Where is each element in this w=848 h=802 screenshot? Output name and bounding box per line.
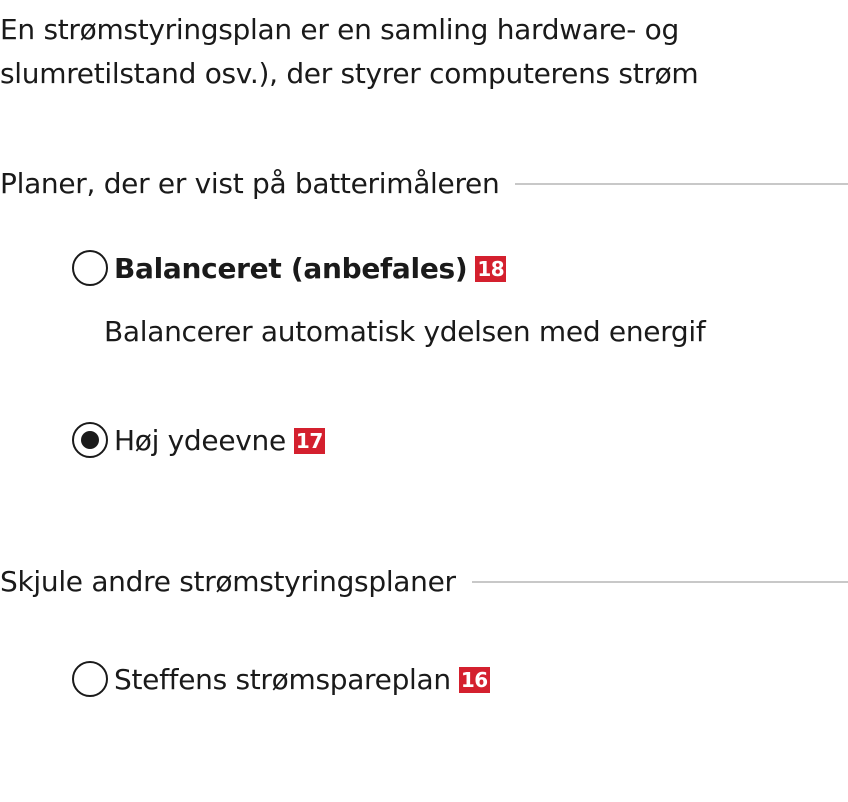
- element-index-badge: 17: [293, 428, 325, 454]
- plan-balanced-label[interactable]: Balanceret (anbefales): [114, 252, 468, 285]
- plan-steffens-radio[interactable]: Steffens strømspareplan 16: [72, 657, 490, 701]
- hidden-plans-group-label: Skjule andre strømstyringsplaner: [0, 564, 456, 598]
- plan-high-performance-label[interactable]: Høj ydeevne: [114, 424, 286, 457]
- plan-balanced-description: Balancerer automatisk ydelsen med energi…: [104, 315, 706, 348]
- radio-unchecked-icon[interactable]: [72, 250, 108, 286]
- plan-high-performance-radio[interactable]: Høj ydeevne 17: [72, 418, 325, 462]
- plan-steffens-label[interactable]: Steffens strømspareplan: [114, 663, 451, 696]
- intro-text: En strømstyringsplan er en samling hardw…: [0, 8, 848, 96]
- group-separator-line: [471, 581, 848, 583]
- group-separator-line: [515, 183, 848, 185]
- plan-balanced-radio[interactable]: Balanceret (anbefales) 18: [72, 246, 507, 290]
- element-index-badge: 16: [458, 667, 490, 693]
- radio-dot: [81, 431, 99, 449]
- intro-line-1: En strømstyringsplan er en samling hardw…: [0, 13, 679, 46]
- element-index-badge: 18: [475, 256, 507, 282]
- intro-line-2: slumretilstand osv.), der styrer compute…: [0, 57, 699, 90]
- radio-unchecked-icon[interactable]: [72, 661, 108, 697]
- battery-meter-group-header: Planer, der er vist på batterimåleren: [0, 163, 848, 203]
- radio-checked-icon[interactable]: [72, 422, 108, 458]
- hidden-plans-group-header: Skjule andre strømstyringsplaner: [0, 561, 848, 601]
- battery-meter-group-label: Planer, der er vist på batterimåleren: [0, 166, 500, 200]
